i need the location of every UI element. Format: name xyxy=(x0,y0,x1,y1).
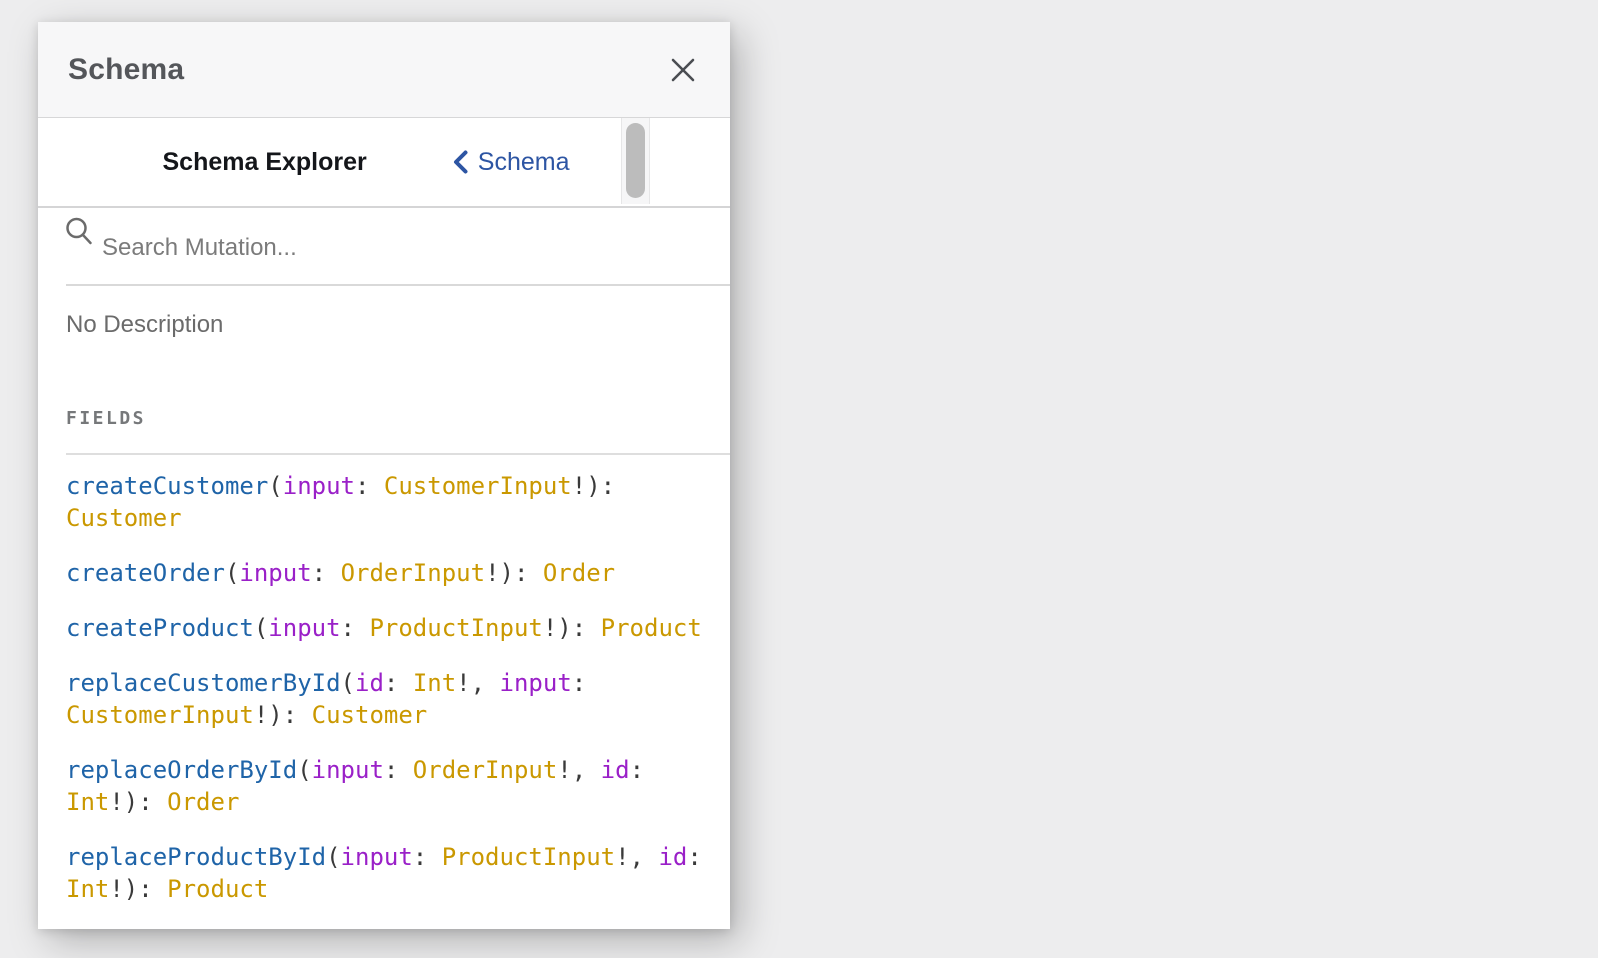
search-input[interactable] xyxy=(102,234,710,262)
argument-name: input xyxy=(268,614,340,642)
field-name[interactable]: createProduct xyxy=(66,614,254,642)
back-link-label: Schema xyxy=(478,148,570,177)
punctuation: ( xyxy=(254,614,268,642)
search-bar xyxy=(38,208,730,286)
argument-name: id xyxy=(355,669,384,697)
punctuation: : xyxy=(630,756,644,784)
punctuation: !, xyxy=(615,843,658,871)
field-entry[interactable]: createOrder(input: OrderInput!): Order xyxy=(66,557,706,589)
close-button[interactable] xyxy=(666,53,700,87)
argument-name: input xyxy=(341,843,413,871)
field-entry[interactable]: createCustomer(input: CustomerInput!): C… xyxy=(66,470,706,534)
type-name[interactable]: ProductInput xyxy=(442,843,615,871)
field-name[interactable]: replaceOrderById xyxy=(66,756,297,784)
punctuation: : xyxy=(384,669,413,697)
punctuation: : xyxy=(341,614,370,642)
punctuation: : xyxy=(413,843,442,871)
argument-name: input xyxy=(239,559,311,587)
field-entry[interactable]: replaceCustomerById(id: Int!, input: Cus… xyxy=(66,667,706,731)
close-icon xyxy=(670,57,696,83)
field-name[interactable]: createOrder xyxy=(66,559,225,587)
description-text: No Description xyxy=(66,309,702,341)
search-icon xyxy=(66,217,94,247)
explorer-title: Schema Explorer xyxy=(163,148,367,177)
punctuation: ( xyxy=(341,669,355,697)
punctuation: ( xyxy=(268,472,282,500)
punctuation: !): xyxy=(485,559,543,587)
punctuation: ( xyxy=(297,756,311,784)
schema-panel: Schema Schema Explorer Schema xyxy=(38,22,730,929)
type-name[interactable]: CustomerInput xyxy=(66,701,254,729)
punctuation: : xyxy=(355,472,384,500)
argument-name: input xyxy=(500,669,572,697)
type-name[interactable]: Int xyxy=(66,875,109,903)
scrollbar-thumb[interactable] xyxy=(626,123,645,198)
type-name[interactable]: ProductInput xyxy=(369,614,542,642)
field-name[interactable]: createCustomer xyxy=(66,472,268,500)
type-name[interactable]: Customer xyxy=(66,504,182,532)
argument-name: id xyxy=(658,843,687,871)
panel-header: Schema xyxy=(38,22,730,118)
punctuation: !, xyxy=(456,669,499,697)
punctuation: !): xyxy=(254,701,312,729)
punctuation: : xyxy=(312,559,341,587)
punctuation: !): xyxy=(543,614,601,642)
argument-name: input xyxy=(312,756,384,784)
type-name[interactable]: Int xyxy=(413,669,456,697)
type-name[interactable]: OrderInput xyxy=(341,559,486,587)
fields-list: createCustomer(input: CustomerInput!): C… xyxy=(38,455,730,929)
field-entry[interactable]: replaceProductById(input: ProductInput!,… xyxy=(66,841,706,905)
field-name[interactable]: replaceProductById xyxy=(66,843,326,871)
desktop-background: Schema Schema Explorer Schema xyxy=(0,0,1598,958)
punctuation: ( xyxy=(225,559,239,587)
type-name[interactable]: Int xyxy=(66,788,109,816)
fields-section-label: FIELDS xyxy=(66,407,702,431)
back-link[interactable]: Schema xyxy=(453,148,570,177)
type-name[interactable]: Order xyxy=(543,559,615,587)
type-name[interactable]: Customer xyxy=(312,701,428,729)
argument-name: input xyxy=(283,472,355,500)
type-name[interactable]: OrderInput xyxy=(413,756,558,784)
field-entry[interactable]: createProduct(input: ProductInput!): Pro… xyxy=(66,612,706,644)
punctuation: !, xyxy=(557,756,600,784)
punctuation: !): xyxy=(572,472,615,500)
field-entry[interactable]: replaceOrderById(input: OrderInput!, id:… xyxy=(66,754,706,818)
type-name[interactable]: CustomerInput xyxy=(384,472,572,500)
argument-name: id xyxy=(601,756,630,784)
panel-title: Schema xyxy=(68,53,184,87)
punctuation: ( xyxy=(326,843,340,871)
field-name[interactable]: replaceCustomerById xyxy=(66,669,341,697)
punctuation: !): xyxy=(109,788,167,816)
punctuation: : xyxy=(572,669,586,697)
scrollbar-track[interactable] xyxy=(621,118,650,204)
punctuation: : xyxy=(687,843,701,871)
type-name[interactable]: Product xyxy=(601,614,702,642)
explorer-header: Schema Explorer Schema xyxy=(38,118,730,208)
punctuation: !): xyxy=(109,875,167,903)
type-name[interactable]: Product xyxy=(167,875,268,903)
chevron-left-icon xyxy=(453,150,468,174)
type-name[interactable]: Order xyxy=(167,788,239,816)
punctuation: : xyxy=(384,756,413,784)
